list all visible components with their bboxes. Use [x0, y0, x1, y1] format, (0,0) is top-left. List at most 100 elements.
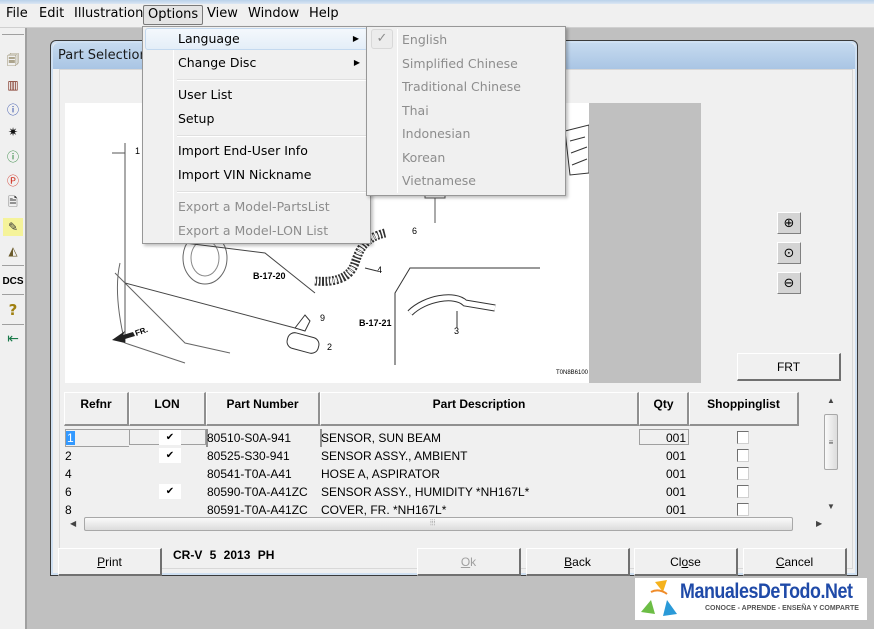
toolbar-separator [2, 294, 24, 295]
table-row[interactable]: 4 80541-T0A-A41 HOSE A, ASPIRATOR 001 [64, 465, 799, 483]
menu-item-change-disc[interactable]: Change Disc ▶ [145, 52, 368, 74]
language-indonesian[interactable]: Indonesian [369, 122, 563, 145]
language-vietnamese[interactable]: Vietnamese [369, 169, 563, 192]
part-number-cell: 80590-T0A-A41ZC [207, 485, 308, 499]
qty-cell: 001 [665, 485, 686, 499]
measure-tool-icon[interactable]: ◭ [3, 242, 23, 260]
watermark-tagline: CONOCE - APRENDE - ENSEÑA Y COMPARTE [705, 605, 859, 612]
dialog-title: Part Selection [58, 48, 148, 63]
menu-item-export-model-lon-list[interactable]: Export a Model-LON List [145, 220, 368, 242]
vertical-scrollbar[interactable]: ▲ ≡ ▼ [823, 392, 839, 516]
zoom-out-button[interactable]: ⊖ [777, 272, 801, 294]
menu-file[interactable]: File [2, 5, 32, 25]
table-row[interactable]: 2 ✔ 80525-S30-941 SENSOR ASSY., AMBIENT 001 [64, 447, 799, 465]
ref-b-17-21[interactable]: B-17-21 [359, 318, 392, 328]
help-icon[interactable]: ? [3, 301, 23, 319]
header-lon[interactable]: LON [129, 392, 206, 426]
lon-checkmark-icon[interactable]: ✔ [159, 484, 181, 499]
language-traditional-chinese[interactable]: Traditional Chinese [369, 75, 563, 98]
model-info: CR-V 5 2013 PH [173, 548, 275, 562]
horizontal-scroll-thumb[interactable]: ⦙⦙⦙ [84, 517, 793, 531]
menu-edit[interactable]: Edit [35, 5, 68, 25]
parts-catalog-icon[interactable]: 🗐 [3, 52, 23, 70]
part-description-cell: SENSOR ASSY., AMBIENT [321, 449, 468, 463]
zoom-fit-button[interactable]: ⊙ [777, 242, 801, 264]
zoom-in-button[interactable]: ⊕ [777, 212, 801, 234]
menu-item-user-list[interactable]: User List [145, 84, 368, 106]
part-description-cell: HOSE A, ASPIRATOR [321, 467, 440, 481]
horizontal-scrollbar[interactable]: ◀ ⦙⦙⦙ ▶ [64, 516, 834, 532]
lon-checkmark-icon[interactable]: ✔ [159, 448, 181, 463]
header-part-description[interactable]: Part Description [320, 392, 639, 426]
print-button[interactable]: Print [58, 548, 162, 576]
scroll-up-arrow[interactable]: ▲ [827, 396, 835, 405]
close-button[interactable]: Close [634, 548, 738, 576]
vertical-scroll-thumb[interactable]: ≡ [824, 414, 838, 470]
menu-item-import-vin-nickname[interactable]: Import VIN Nickname [145, 164, 368, 186]
menu-help[interactable]: Help [305, 5, 343, 25]
frt-button[interactable]: FRT [737, 353, 841, 381]
cancel-button[interactable]: Cancel [743, 548, 847, 576]
shoppinglist-checkbox[interactable] [737, 503, 749, 516]
parts-table: Refnr LON Part Number Part Description Q… [64, 392, 838, 534]
menu-item-export-model-partslist[interactable]: Export a Model-PartsList [145, 196, 368, 218]
menu-window[interactable]: Window [244, 5, 303, 25]
ok-label: k [470, 554, 477, 569]
print-label: rint [105, 554, 122, 569]
header-refnr[interactable]: Refnr [64, 392, 129, 426]
menu-illustration[interactable]: Illustration [70, 5, 147, 25]
menu-view[interactable]: View [203, 5, 242, 25]
magic-hat-icon[interactable]: ✷ [3, 123, 23, 141]
part-number-cell: 80510-S0A-941 [207, 431, 292, 445]
zoom-in-icon: ⊕ [783, 215, 795, 231]
menu-item-import-end-user-info[interactable]: Import End-User Info [145, 140, 368, 162]
menu-item-language[interactable]: Language ▶ [145, 28, 368, 50]
part-number-cell: 80541-T0A-A41 [207, 467, 292, 481]
menu-separator [177, 79, 367, 81]
dcs-icon[interactable]: DCS [2, 272, 23, 290]
language-simplified-chinese[interactable]: Simplified Chinese [369, 52, 563, 75]
table-row[interactable]: 6 ✔ 80590-T0A-A41ZC SENSOR ASSY., HUMIDITY … [64, 483, 799, 501]
change-disc-label: Change Disc [178, 55, 257, 70]
scroll-left-arrow[interactable]: ◀ [70, 519, 76, 528]
shoppinglist-checkbox[interactable] [737, 431, 749, 444]
parts-green-icon[interactable]: Ⓟ [3, 171, 23, 189]
front-arrow [112, 331, 135, 343]
back-mnemonic: B [564, 554, 573, 569]
exit-icon[interactable]: ⇤ [3, 330, 23, 348]
refnr-value: 8 [65, 503, 72, 517]
menu-options[interactable]: Options [143, 5, 204, 25]
callout-6: 6 [412, 226, 418, 236]
watermark-logo: ManualesDeTodo.Net CONOCE - APRENDE - EN… [635, 578, 867, 620]
info-person-icon[interactable]: ⓘ [3, 100, 23, 118]
refnr-cell: 4 [65, 465, 125, 483]
language-thai[interactable]: Thai [369, 99, 563, 122]
scroll-right-arrow[interactable]: ▶ [816, 519, 822, 528]
sensor-2 [286, 332, 320, 354]
menu-separator [177, 135, 367, 137]
shoppinglist-checkbox[interactable] [737, 449, 749, 462]
table-row[interactable]: 1 ✔ 80510-S0A-941 SENSOR, SUN BEAM 001 [64, 429, 799, 447]
menu-item-setup[interactable]: Setup [145, 108, 368, 130]
language-english[interactable]: English [369, 28, 563, 51]
document-person-icon[interactable]: 🗎 [3, 194, 23, 212]
callout-3: 3 [454, 326, 460, 336]
qty-cell: 001 [665, 467, 686, 481]
print-mnemonic: P [97, 554, 106, 569]
info-green-icon[interactable]: ⓘ [3, 147, 23, 165]
header-part-number[interactable]: Part Number [206, 392, 320, 426]
cabinet-icon[interactable]: ▥ [3, 76, 23, 94]
ref-b-17-20[interactable]: B-17-20 [253, 271, 286, 281]
left-toolbar: 🗐 ▥ ⓘ ✷ ⓘ Ⓟ 🗎 ✎ ◭ DCS ? ⇤ [0, 28, 27, 629]
ok-button[interactable]: Ok [417, 548, 521, 576]
highlight-pen-icon[interactable]: ✎ [3, 218, 23, 236]
shoppinglist-checkbox[interactable] [737, 485, 749, 498]
back-button[interactable]: Back [526, 548, 630, 576]
frame-line [394, 267, 540, 365]
header-shoppinglist[interactable]: Shoppinglist [689, 392, 799, 426]
lon-checkmark-icon[interactable]: ✔ [159, 430, 181, 445]
shoppinglist-checkbox[interactable] [737, 467, 749, 480]
language-korean[interactable]: Korean [369, 146, 563, 169]
scroll-down-arrow[interactable]: ▼ [827, 502, 835, 511]
header-qty[interactable]: Qty [639, 392, 689, 426]
